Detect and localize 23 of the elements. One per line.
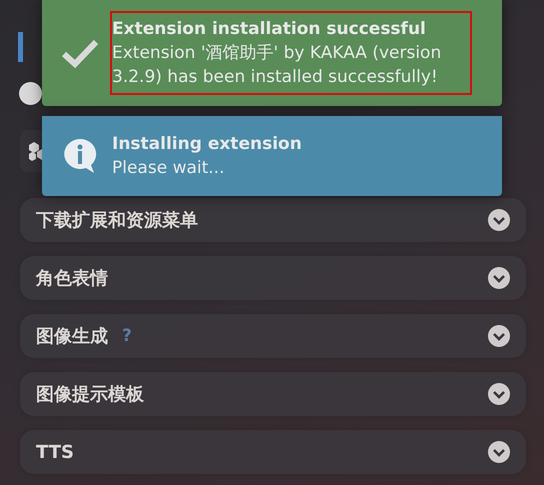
drawer-header[interactable]: TTS: [20, 430, 526, 474]
drawer-title: 图像提示模板: [36, 383, 144, 406]
drawer-header[interactable]: 图像生成 ?: [20, 314, 526, 358]
checkmark-icon: [61, 38, 99, 68]
chevron-down-icon[interactable]: [488, 209, 510, 231]
drawer-header[interactable]: 角色表情: [20, 256, 526, 300]
info-icon: [63, 138, 97, 174]
toast-message: Extension '酒馆助手' by KAKAA (version 3.2.9) has been installed successfully!: [112, 42, 442, 89]
toast-title: Installing extension: [112, 133, 302, 156]
toast-title: Extension installation successful: [112, 18, 427, 41]
chevron-down-icon[interactable]: [488, 383, 510, 405]
drawer-header[interactable]: 下载扩展和资源菜单: [20, 198, 526, 242]
toggle-knob[interactable]: [19, 82, 42, 105]
chevron-down-icon[interactable]: [488, 325, 510, 347]
active-marker: [18, 32, 23, 62]
chevron-down-icon[interactable]: [488, 441, 510, 463]
drawer-title: 图像生成: [36, 325, 108, 348]
drawer-title: 角色表情: [36, 267, 108, 290]
drawer-title: TTS: [36, 442, 74, 462]
chevron-down-icon[interactable]: [488, 267, 510, 289]
drawer-title: 下载扩展和资源菜单: [36, 209, 198, 232]
toast-message: Please wait...: [112, 157, 226, 180]
drawer-header[interactable]: 图像提示模板: [20, 372, 526, 416]
